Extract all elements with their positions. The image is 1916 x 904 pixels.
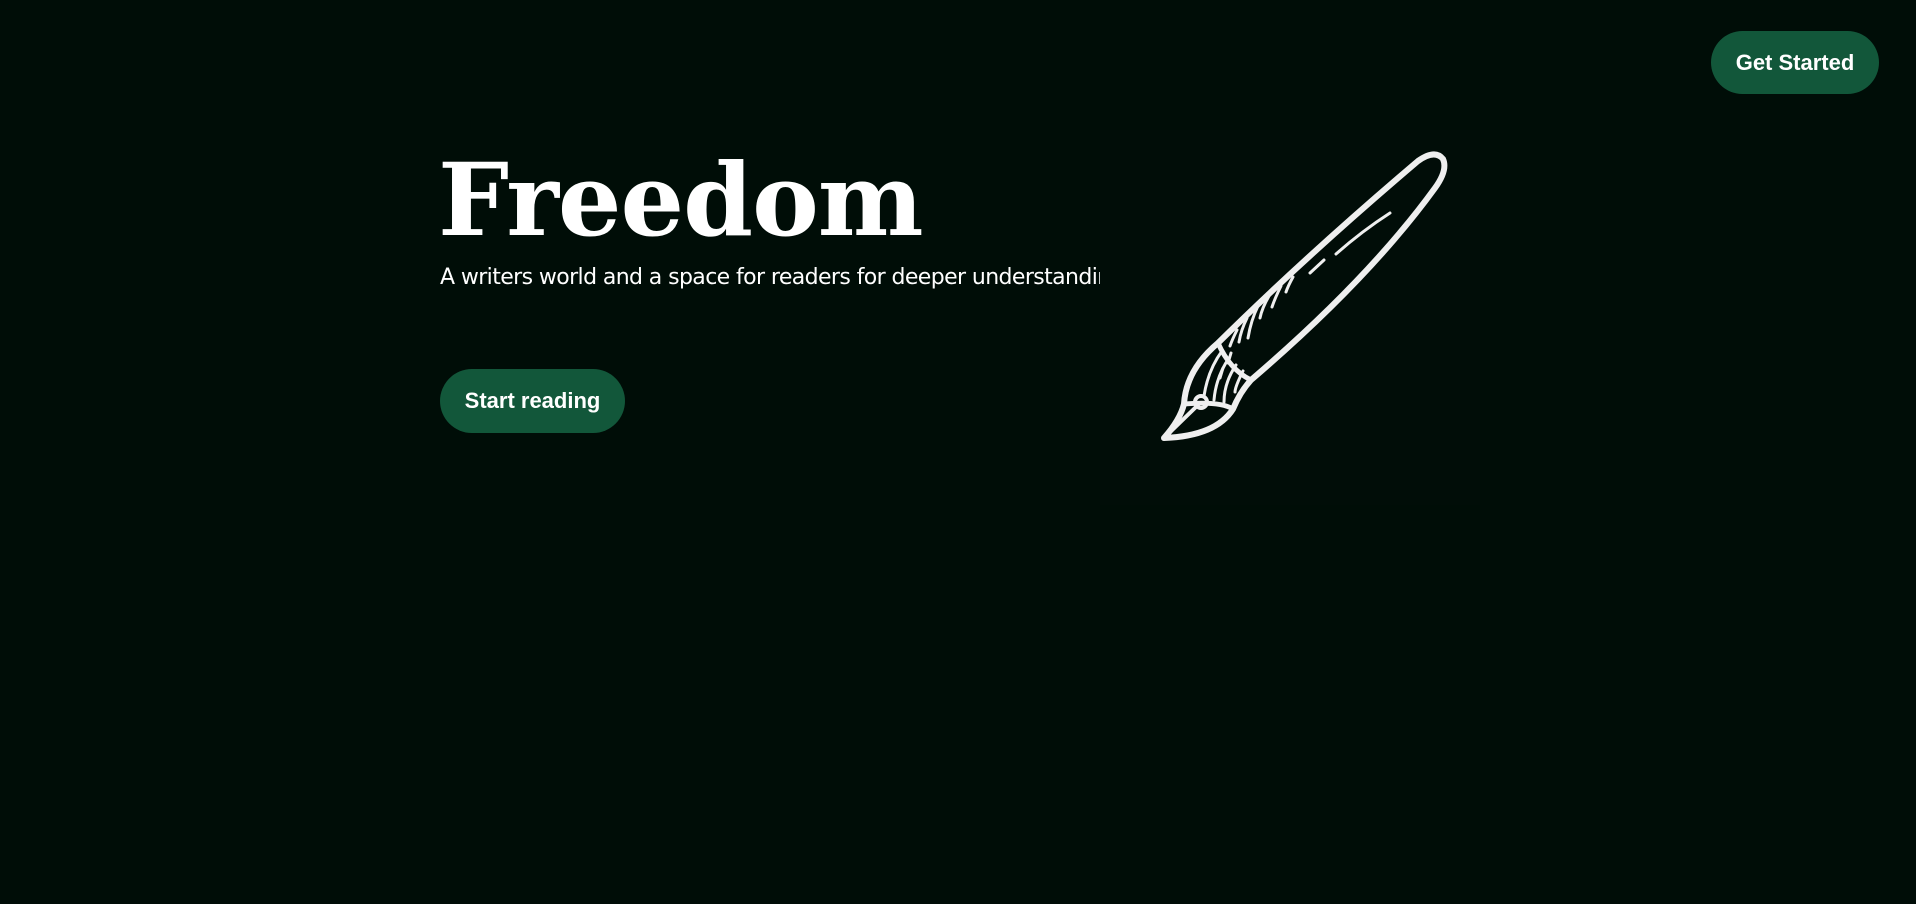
hero-title: Freedom [438,141,924,259]
start-reading-button[interactable]: Start reading [440,369,625,433]
fountain-pen-icon [1100,130,1480,505]
get-started-button[interactable]: Get Started [1711,31,1879,94]
hero-subtitle: A writers world and a space for readers … [440,265,1131,290]
